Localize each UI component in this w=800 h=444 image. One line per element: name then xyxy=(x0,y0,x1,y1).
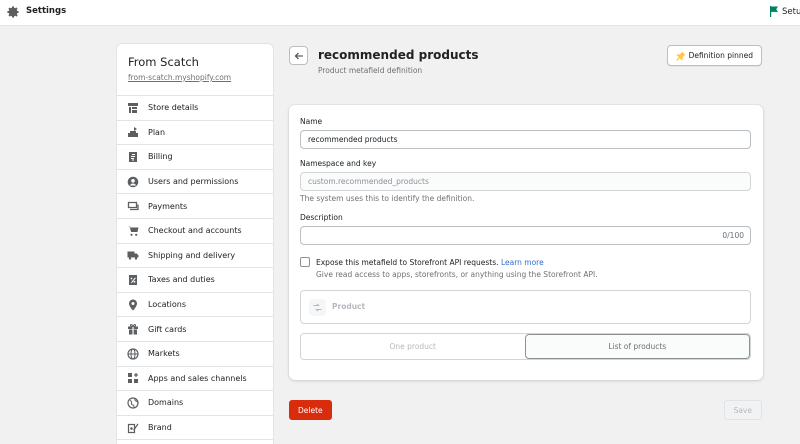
store-name: From Scatch xyxy=(128,55,199,69)
sidebar-item-label: Billing xyxy=(148,152,173,162)
learn-more-link[interactable]: Learn more xyxy=(501,258,544,267)
reference-icon xyxy=(309,299,326,316)
sidebar-item-label: Payments xyxy=(148,201,188,211)
gift-icon xyxy=(128,324,138,335)
definition-form-card: Name recommended products Namespace and … xyxy=(289,105,763,380)
sidebar-item-label: Checkout and accounts xyxy=(148,226,242,236)
payments-icon xyxy=(127,202,139,211)
namespace-key-field: custom.recommended_products xyxy=(300,172,751,191)
sidebar-item-checkout-and-accounts[interactable]: Checkout and accounts xyxy=(117,219,273,244)
globe-icon xyxy=(127,348,139,360)
settings-sidebar: From Scatch from-scatch.myshopify.com St… xyxy=(116,43,274,444)
expose-storefront-checkbox[interactable] xyxy=(300,257,310,267)
expose-label-text: Expose this metafield to Storefront API … xyxy=(316,258,499,267)
arrow-left-icon xyxy=(294,52,303,59)
name-field[interactable]: recommended products xyxy=(300,130,751,149)
page-title: recommended products xyxy=(318,48,479,62)
sidebar-item-label: Locations xyxy=(148,300,187,310)
back-button[interactable] xyxy=(289,46,308,65)
store-header: From Scatch from-scatch.myshopify.com xyxy=(117,44,273,96)
reference-type-label: Product xyxy=(332,302,366,311)
tax-icon xyxy=(129,274,137,285)
sidebar-item-label: Store details xyxy=(148,103,199,113)
sidebar-item-apps-and-sales-channels[interactable]: Apps and sales channels xyxy=(117,367,273,392)
description-field[interactable]: 0/100 xyxy=(300,226,751,245)
reference-type-box: Product xyxy=(300,290,751,324)
store-icon xyxy=(128,102,138,113)
expose-help-text: Give read access to apps, storefronts, o… xyxy=(316,270,598,279)
sidebar-item-label: Users and permissions xyxy=(148,177,239,187)
sidebar-item-markets[interactable]: Markets xyxy=(117,342,273,367)
sidebar-item-locations[interactable]: Locations xyxy=(117,293,273,318)
sidebar-item-shipping-and-delivery[interactable]: Shipping and delivery xyxy=(117,244,273,269)
main-content: recommended products Product metafield d… xyxy=(289,43,763,420)
sidebar-item-payments[interactable]: Payments xyxy=(117,194,273,219)
page-header: recommended products Product metafield d… xyxy=(289,43,763,83)
sidebar-item-domains[interactable]: Domains xyxy=(117,391,273,416)
sidebar-item-billing[interactable]: Billing xyxy=(117,145,273,170)
billing-icon xyxy=(129,151,137,162)
sidebar-item-brand[interactable]: Brand xyxy=(117,416,273,441)
namespace-help-text: The system uses this to identify the def… xyxy=(300,194,475,203)
delete-button[interactable]: Delete xyxy=(289,400,332,420)
user-icon xyxy=(127,176,139,187)
sidebar-item-label: Plan xyxy=(148,127,166,137)
sidebar-item-users-and-permissions[interactable]: Users and permissions xyxy=(117,170,273,195)
character-counter: 0/100 xyxy=(722,231,744,240)
sidebar-item-label: Brand xyxy=(148,423,172,433)
save-button[interactable]: Save xyxy=(723,400,762,420)
location-icon xyxy=(129,299,137,311)
sidebar-item-taxes-and-duties[interactable]: Taxes and duties xyxy=(117,268,273,293)
reference-arrows-icon xyxy=(313,303,322,312)
pin-icon xyxy=(675,51,686,61)
namespace-label: Namespace and key xyxy=(300,159,377,168)
sidebar-item-label: Gift cards xyxy=(148,324,187,334)
definition-pinned-label: Definition pinned xyxy=(688,51,753,60)
expose-storefront-label: Expose this metafield to Storefront API … xyxy=(316,257,544,269)
domains-icon xyxy=(127,397,139,409)
sidebar-item-label: Markets xyxy=(148,349,180,359)
sidebar-item-label: Apps and sales channels xyxy=(148,373,247,383)
sidebar-item-label: Domains xyxy=(148,398,184,408)
apps-icon xyxy=(128,373,138,384)
top-bar: Settings Setu xyxy=(0,0,800,26)
setup-label: Setu xyxy=(782,6,800,17)
definition-pinned-button[interactable]: Definition pinned xyxy=(666,45,762,66)
sidebar-item-label: Taxes and duties xyxy=(148,275,215,285)
settings-title: Settings xyxy=(26,6,67,16)
truck-icon xyxy=(127,251,139,261)
store-url-link[interactable]: from-scatch.myshopify.com xyxy=(128,73,262,82)
name-label: Name xyxy=(300,117,323,126)
gear-icon xyxy=(7,6,19,18)
storefront-api-option: Expose this metafield to Storefront API … xyxy=(300,257,544,269)
cardinality-selector: One product List of products xyxy=(300,333,751,360)
sidebar-item-plan[interactable]: Plan xyxy=(117,121,273,146)
page-subtitle: Product metafield definition xyxy=(318,66,423,75)
plan-icon xyxy=(128,127,138,138)
sidebar-item-label: Shipping and delivery xyxy=(148,250,236,260)
one-product-option[interactable]: One product xyxy=(301,334,525,359)
brand-icon xyxy=(127,423,139,433)
cart-icon xyxy=(127,225,139,236)
list-of-products-option[interactable]: List of products xyxy=(524,334,750,359)
sidebar-item-gift-cards[interactable]: Gift cards xyxy=(117,317,273,342)
description-label: Description xyxy=(300,213,343,222)
flag-icon xyxy=(770,6,778,17)
sidebar-item-store-details[interactable]: Store details xyxy=(117,96,273,121)
setup-guide-button[interactable]: Setu xyxy=(769,6,800,17)
